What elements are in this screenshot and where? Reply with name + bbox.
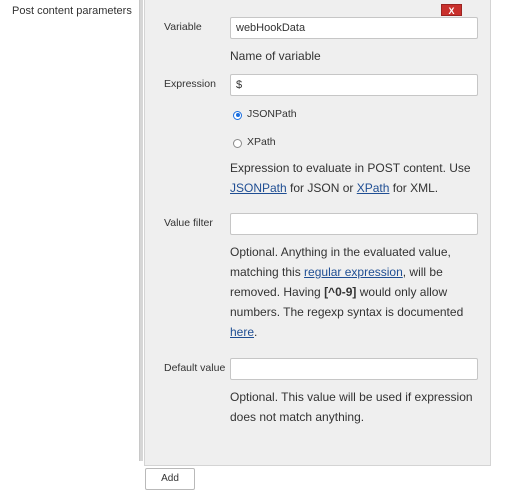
regexp-docs-link[interactable]: here <box>230 325 254 339</box>
value-filter-label: Value filter <box>164 217 213 229</box>
default-value-help: Optional. This value will be used if exp… <box>230 390 473 424</box>
xpath-radio[interactable] <box>233 138 242 148</box>
jsonpath-label: JSONPath <box>247 108 297 120</box>
xpath-option[interactable]: XPath <box>233 136 276 148</box>
remove-parameter-button[interactable]: X <box>441 4 462 16</box>
value-filter-help: Optional. Anything in the evaluated valu… <box>230 242 480 342</box>
xpath-label: XPath <box>247 136 276 148</box>
jsonpath-radio[interactable] <box>233 110 242 120</box>
variable-help: Name of variable <box>230 49 321 63</box>
regex-example-code: [^0-9] <box>324 285 357 299</box>
expression-input[interactable] <box>230 74 478 96</box>
add-parameter-button[interactable]: Add <box>145 468 195 490</box>
regular-expression-link[interactable]: regular expression <box>304 265 403 279</box>
variable-label: Variable <box>164 21 202 33</box>
expression-label: Expression <box>164 78 216 90</box>
expression-help-text-3: for XML. <box>392 181 439 195</box>
section-divider <box>139 0 143 461</box>
section-title: Post content parameters <box>12 5 132 17</box>
expression-help: Expression to evaluate in POST content. … <box>230 158 480 198</box>
jsonpath-option[interactable]: JSONPath <box>233 108 297 120</box>
value-filter-input[interactable] <box>230 213 478 235</box>
value-filter-help-text-4: . <box>254 325 258 339</box>
default-value-label: Default value <box>164 362 226 374</box>
xpath-link[interactable]: XPath <box>357 181 390 195</box>
expression-help-text-2: for JSON or <box>290 181 354 195</box>
default-value-input[interactable] <box>230 358 478 380</box>
jsonpath-link[interactable]: JSONPath <box>230 181 287 195</box>
expression-help-text: Expression to evaluate in POST content. … <box>230 161 471 175</box>
variable-input[interactable] <box>230 17 478 39</box>
